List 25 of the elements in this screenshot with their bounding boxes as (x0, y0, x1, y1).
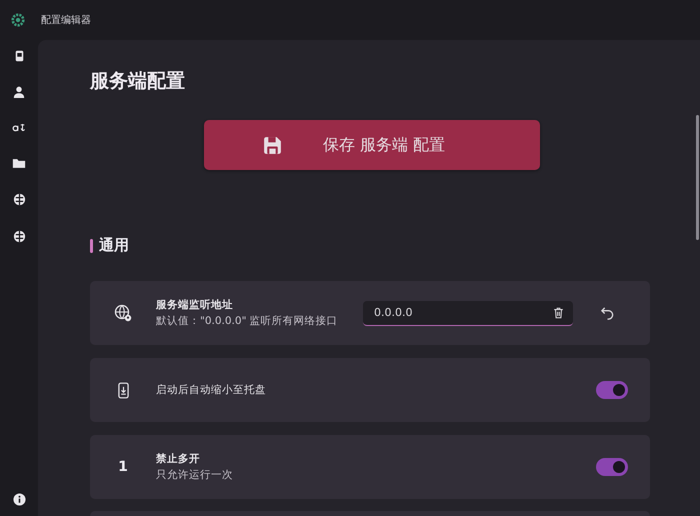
trash-icon[interactable] (553, 306, 564, 318)
save-button[interactable]: 保存 服务端 配置 (204, 120, 540, 170)
setting-description: 只允许运行一次 (156, 468, 234, 482)
globe-pin-icon (114, 304, 132, 322)
user-icon[interactable] (13, 86, 25, 98)
section-marker (90, 238, 93, 252)
phone-download-icon (118, 382, 128, 398)
toggle-switch[interactable] (596, 458, 628, 476)
info-icon[interactable] (12, 493, 26, 506)
page-heading: 服务端配置 (90, 69, 186, 94)
gear-logo-icon (11, 13, 25, 27)
setting-description: 默认值："0.0.0.0" 监听所有网络接口 (156, 314, 339, 328)
address-input-field[interactable]: 0.0.0.0 (363, 300, 573, 326)
language-icon[interactable] (12, 122, 26, 133)
scrollbar[interactable] (696, 115, 699, 240)
folder-icon[interactable] (12, 157, 26, 169)
window-title: 配置编辑器 (41, 14, 91, 27)
undo-icon[interactable] (600, 306, 615, 320)
setting-title: 禁止多开 (156, 452, 201, 466)
setting-icon-glyph: 1 (118, 459, 128, 475)
phone-icon[interactable] (14, 50, 24, 62)
setting-title: 服务端监听地址 (156, 298, 234, 312)
toggle-switch[interactable] (596, 381, 628, 399)
setting-title: 启动后自动缩小至托盘 (156, 383, 267, 397)
section-title: 通用 (99, 236, 129, 255)
